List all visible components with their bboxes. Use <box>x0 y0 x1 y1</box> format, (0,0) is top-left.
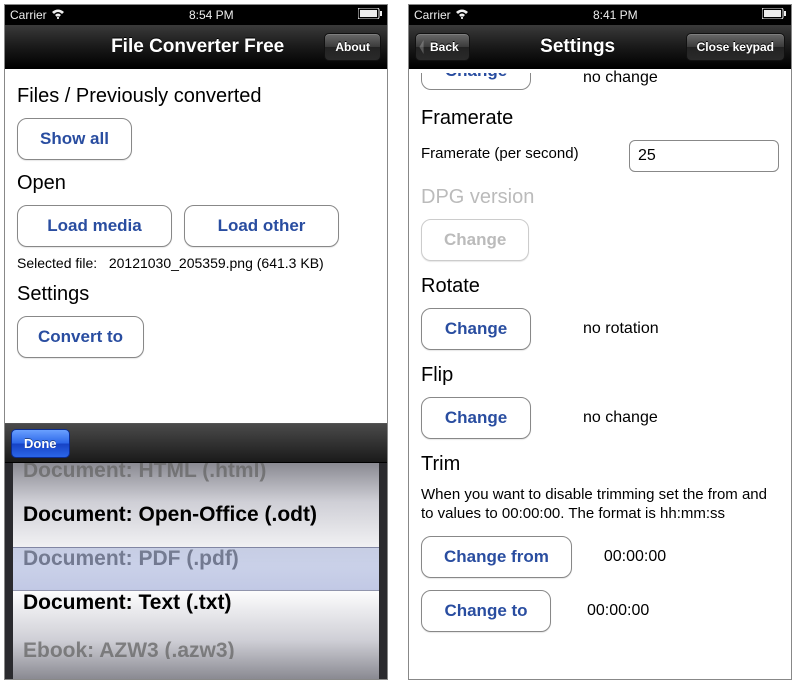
dpg-change-button: Change <box>421 219 529 261</box>
picker-option[interactable]: Document: HTML (.html) <box>23 463 369 493</box>
flip-change-button[interactable]: Change <box>421 397 531 439</box>
carrier-label: Carrier <box>10 8 47 22</box>
navbar: Back Settings Close keypad <box>409 25 791 69</box>
selected-file-label: Selected file: <box>17 255 97 271</box>
clock: 8:41 PM <box>469 8 762 22</box>
framerate-title: Framerate <box>421 107 779 130</box>
files-section-title: Files / Previously converted <box>17 85 375 108</box>
picker-option[interactable]: Document: Open-Office (.odt) <box>23 493 369 537</box>
change-partial-button[interactable]: Change <box>421 73 531 90</box>
statusbar: Carrier 8:54 PM <box>5 5 387 25</box>
carrier-label: Carrier <box>414 8 451 22</box>
framerate-label: Framerate (per second) <box>421 145 617 162</box>
trim-from-value: 00:00:00 <box>584 548 684 566</box>
wifi-icon <box>51 8 65 22</box>
picker-option-selected[interactable]: Document: PDF (.pdf) <box>23 537 369 581</box>
change-partial-value: no change <box>543 69 658 87</box>
phone-left: Carrier 8:54 PM File Converter Free Abou… <box>4 4 388 680</box>
convert-to-button[interactable]: Convert to <box>17 316 144 358</box>
done-button[interactable]: Done <box>11 429 70 458</box>
open-section-title: Open <box>17 172 375 195</box>
settings-section-title: Settings <box>17 283 375 306</box>
picker-wheel[interactable]: Document: HTML (.html) Document: Open-Of… <box>5 463 387 679</box>
picker-option[interactable]: Ebook: AZW3 (.azw3) <box>23 625 369 659</box>
statusbar: Carrier 8:41 PM <box>409 5 791 25</box>
flip-value: no change <box>543 409 658 427</box>
navbar: File Converter Free About <box>5 25 387 69</box>
clock: 8:54 PM <box>65 8 358 22</box>
page-title: Settings <box>470 36 686 58</box>
close-keypad-button[interactable]: Close keypad <box>686 33 785 61</box>
selected-file-value: 20121030_205359.png (641.3 KB) <box>109 255 324 271</box>
picker-toolbar: Done <box>5 423 387 463</box>
framerate-input[interactable] <box>629 140 779 172</box>
phone-right: Carrier 8:41 PM Back Settings Close keyp… <box>408 4 792 680</box>
trim-change-from-button[interactable]: Change from <box>421 536 572 578</box>
back-button[interactable]: Back <box>415 33 470 61</box>
show-all-button[interactable]: Show all <box>17 118 132 160</box>
rotate-value: no rotation <box>543 320 659 338</box>
trim-help-text: When you want to disable trimming set th… <box>421 486 779 524</box>
flip-title: Flip <box>421 364 779 387</box>
trim-title: Trim <box>421 453 779 476</box>
content-area: Change no change Framerate Framerate (pe… <box>409 69 791 679</box>
picker-overlay: Done Document: HTML (.html) Document: Op… <box>5 423 387 679</box>
trim-to-value: 00:00:00 <box>563 602 663 620</box>
battery-icon <box>358 8 382 22</box>
rotate-title: Rotate <box>421 275 779 298</box>
wifi-icon <box>455 8 469 22</box>
battery-icon <box>762 8 786 22</box>
rotate-change-button[interactable]: Change <box>421 308 531 350</box>
load-media-button[interactable]: Load media <box>17 205 172 247</box>
selected-file-row: Selected file: 20121030_205359.png (641.… <box>17 255 375 271</box>
load-other-button[interactable]: Load other <box>184 205 339 247</box>
picker-option[interactable]: Document: Text (.txt) <box>23 581 369 625</box>
dpg-title: DPG version <box>421 186 779 209</box>
page-title: File Converter Free <box>71 36 324 58</box>
trim-change-to-button[interactable]: Change to <box>421 590 551 632</box>
about-button[interactable]: About <box>324 33 381 61</box>
